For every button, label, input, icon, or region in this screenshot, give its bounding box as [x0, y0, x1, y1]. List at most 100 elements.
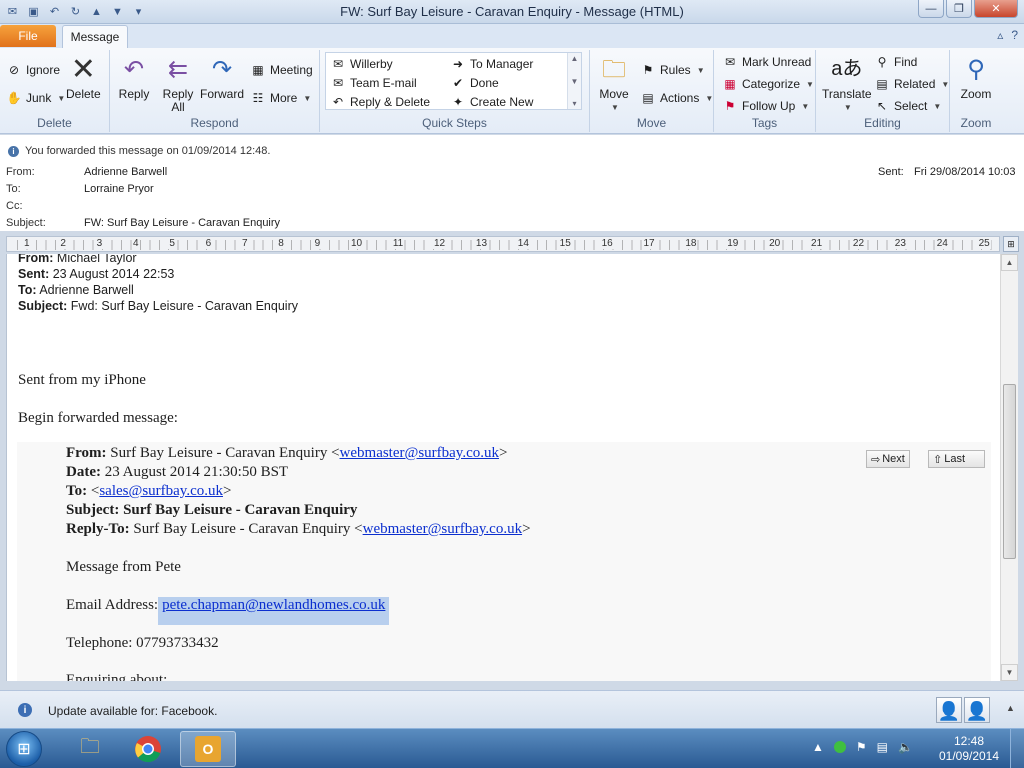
view-ruler-icon[interactable]: ⊞ — [1003, 236, 1019, 252]
zoom-group-label: Zoom — [960, 116, 992, 130]
quickstep-team-email[interactable]: ✉ Team E-mail — [330, 75, 417, 91]
customer-email-link[interactable]: pete.chapman@newlandhomes.co.uk — [162, 597, 385, 613]
minimize-button[interactable]: — — [918, 0, 944, 18]
message-body[interactable]: From: Michael Taylor Sent: 23 August 201… — [6, 254, 1000, 681]
ruler-number: 25 — [977, 238, 991, 249]
chrome-taskbar-icon[interactable] — [120, 731, 176, 767]
ruler-number: 15 — [558, 238, 572, 249]
quickstep-done[interactable]: ✔ Done — [450, 75, 499, 91]
orig-to-email-link[interactable]: sales@surfbay.co.uk — [99, 483, 223, 499]
update-notice[interactable]: Update available for: Facebook. — [48, 704, 217, 718]
reply-button[interactable]: ↶ Reply — [118, 52, 150, 101]
from-label: From: — [6, 166, 35, 178]
show-desktop-button[interactable] — [1010, 729, 1024, 768]
scroll-up-arrow[interactable]: ▲ — [1001, 254, 1018, 271]
mark-unread-icon: ✉ — [724, 55, 736, 69]
rules-button[interactable]: ⚑ Rules ▼ — [640, 62, 705, 78]
start-button[interactable]: ⊞ — [6, 731, 42, 767]
forward-button[interactable]: ↷ Forward — [200, 52, 244, 101]
volume-icon[interactable]: 🔈 — [898, 740, 913, 754]
quickstep-willerby[interactable]: ✉ Willerby — [330, 56, 393, 72]
quick-steps-scroll[interactable]: ▲ ▼ ▾ — [567, 53, 581, 109]
meeting-button[interactable]: ▦ Meeting — [250, 62, 312, 78]
fwd-from-line: From: Michael Taylor — [18, 254, 137, 265]
move-folder-icon: 🗀 — [602, 55, 626, 83]
ruler[interactable]: 1 2 3 4 5 6 7 8 9 10 11 12 13 14 15 16 17 18 19 20 21 22 23 24 2… — [6, 236, 1000, 252]
categorize-button[interactable]: ▦ Categorize ▼ — [722, 76, 814, 92]
status-green-icon[interactable] — [833, 741, 846, 753]
orig-subject-line: Subject: Surf Bay Leisure - Caravan Enqu… — [66, 502, 358, 518]
action-center-flag-icon[interactable]: ⚑ — [856, 740, 867, 754]
orig-from-email-link[interactable]: webmaster@surfbay.co.uk — [340, 445, 499, 461]
zoom-button[interactable]: ⚲ Zoom — [960, 52, 992, 101]
more-respond-button[interactable]: ☷ More ▼ — [250, 90, 312, 106]
respond-group-label: Respond — [190, 116, 239, 130]
tab-file[interactable]: File — [0, 25, 56, 47]
reply-all-button[interactable]: ⇇ Reply All — [162, 52, 194, 114]
outlook-taskbar-icon[interactable]: O — [180, 731, 236, 767]
message-from-line: Message from Pete — [66, 559, 181, 575]
translate-button[interactable]: aあ Translate ▼ — [822, 52, 872, 114]
quickstep-to-manager[interactable]: ➜ To Manager — [450, 56, 533, 72]
ruler-number: 24 — [935, 238, 949, 249]
people-pane-contact-icon-2[interactable]: 👤 — [964, 697, 990, 723]
vertical-scrollbar[interactable]: ▲ ▼ — [1000, 254, 1018, 681]
people-pane-contact-icon[interactable]: 👤 — [936, 697, 962, 723]
reply-delete-icon: ↶ — [332, 95, 344, 109]
fwd-sent-line: Sent: 23 August 2014 22:53 — [18, 267, 175, 281]
delete-button[interactable]: ✕ Delete — [66, 52, 101, 101]
help-icon[interactable]: ? — [1011, 28, 1018, 42]
quickstep-reply-delete[interactable]: ↶ Reply & Delete — [330, 94, 430, 110]
collapse-ribbon-icon[interactable]: ▵ — [997, 28, 1003, 42]
delete-group: ⊘ Ignore ✋ Junk ▼ ✕ Delete Delete — [0, 50, 110, 132]
quickstep-create-new[interactable]: ✦ Create New — [450, 94, 533, 110]
mark-unread-button[interactable]: ✉ Mark Unread — [722, 54, 811, 70]
scroll-down-icon[interactable]: ▼ — [571, 77, 579, 86]
last-button[interactable]: ⇧ Last — [928, 450, 985, 468]
junk-button[interactable]: ✋ Junk ▼ — [6, 90, 66, 106]
find-button[interactable]: ⚲ Find — [874, 54, 918, 70]
close-button[interactable]: ✕ — [974, 0, 1018, 18]
outlook-logo-icon: O — [195, 736, 221, 762]
clock[interactable]: 12:48 01/09/2014 — [936, 734, 1002, 764]
show-hidden-icons-icon[interactable]: ▲ — [812, 740, 824, 754]
ruler-number: 23 — [893, 238, 907, 249]
selection-highlight: pete.chapman@newlandhomes.co.uk — [158, 597, 390, 625]
explorer-taskbar-icon[interactable]: 🗀 — [62, 731, 118, 767]
orig-reply-email-link[interactable]: webmaster@surfbay.co.uk — [363, 521, 522, 537]
window-controls: — ❐ ✕ — [918, 0, 1018, 18]
tab-message[interactable]: Message — [62, 25, 128, 48]
info-icon: i — [18, 703, 32, 717]
related-button[interactable]: ▤ Related ▼ — [874, 76, 949, 92]
scroll-up-icon[interactable]: ▲ — [571, 54, 579, 63]
actions-button[interactable]: ▤ Actions ▼ — [640, 90, 713, 106]
zoom-group: ⚲ Zoom Zoom — [950, 50, 1002, 132]
people-pane-toggle-icon[interactable]: ▲ — [1006, 703, 1015, 713]
scroll-down-arrow[interactable]: ▼ — [1001, 664, 1018, 681]
from-value[interactable]: Adrienne Barwell — [84, 166, 167, 178]
subject-value: FW: Surf Bay Leisure - Caravan Enquiry — [84, 217, 281, 229]
next-button[interactable]: ⇨ Next — [866, 450, 910, 468]
ruler-number: 16 — [600, 238, 614, 249]
telephone-line: Telephone: 07793733432 — [66, 635, 219, 651]
move-button[interactable]: 🗀 Move ▼ — [598, 52, 630, 114]
ruler-number: 14 — [516, 238, 530, 249]
to-value[interactable]: Lorraine Pryor — [84, 183, 154, 195]
network-icon[interactable]: ▤ — [877, 740, 888, 754]
follow-up-button[interactable]: ⚑ Follow Up ▼ — [722, 98, 810, 114]
fwd-to-line: To: Adrienne Barwell — [18, 283, 134, 297]
select-button[interactable]: ↖ Select ▼ — [874, 98, 941, 114]
to-label: To: — [6, 183, 21, 195]
actions-icon: ▤ — [642, 91, 654, 105]
sent-label: Sent: — [878, 166, 904, 178]
respond-group: ↶ Reply ⇇ Reply All ↷ Forward ▦ Meeting … — [110, 50, 320, 132]
expand-gallery-icon[interactable]: ▾ — [572, 99, 576, 108]
scroll-thumb[interactable] — [1003, 384, 1016, 559]
junk-icon: ✋ — [6, 91, 22, 105]
orig-to-line: To: <sales@surfbay.co.uk> — [66, 483, 232, 499]
binoculars-icon: ⚲ — [877, 55, 887, 69]
info-icon: i — [8, 145, 19, 157]
ignore-button[interactable]: ⊘ Ignore — [6, 62, 60, 78]
restore-button[interactable]: ❐ — [946, 0, 972, 18]
checkmark-icon: ✔ — [452, 76, 464, 90]
